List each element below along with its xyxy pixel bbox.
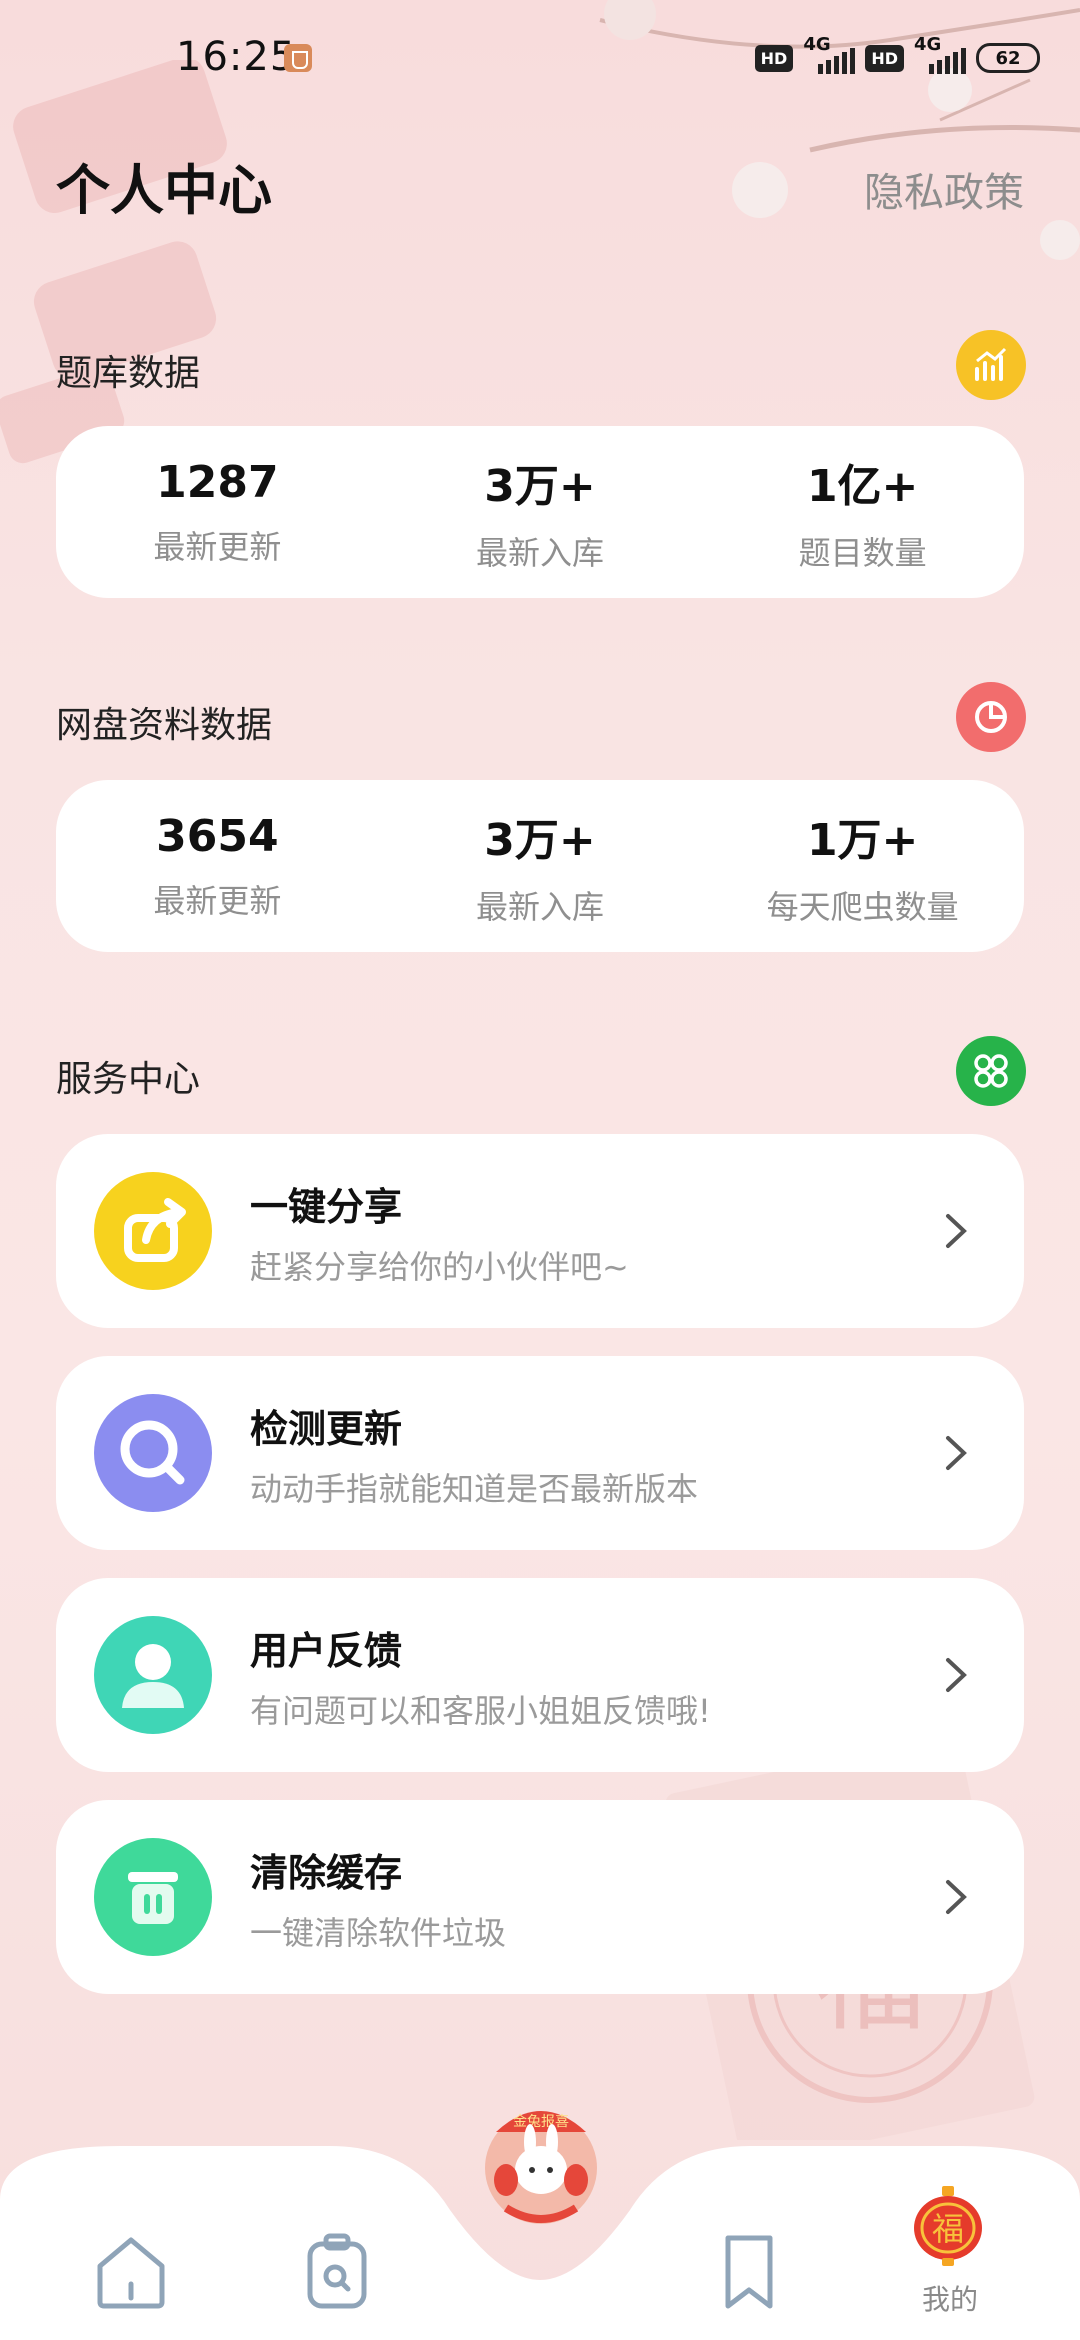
service-check-update[interactable]: 检测更新 动动手指就能知道是否最新版本 (56, 1356, 1024, 1550)
question-bank-stats: 1287 最新更新 3万+ 最新入库 1亿+ 题目数量 (56, 426, 1024, 598)
stat-value: 1287 (156, 456, 279, 508)
service-title: 清除缓存 (250, 1851, 403, 1895)
stat-label: 最新入库 (476, 888, 605, 926)
svg-text:福: 福 (932, 2210, 964, 2248)
stat-value: 3万+ (484, 815, 596, 866)
signal-icon: 4G (803, 34, 856, 78)
chevron-right-icon (946, 1880, 967, 1914)
chevron-right-icon (946, 1436, 967, 1470)
service-desc: 动动手指就能知道是否最新版本 (250, 1470, 699, 1508)
stat-label: 每天爬虫数量 (766, 888, 959, 926)
fu-lantern-icon[interactable]: 福 (906, 2184, 990, 2268)
stat-label: 题目数量 (798, 534, 927, 572)
chart-up-icon (956, 330, 1026, 400)
bottom-nav: 金兔报喜 福 我的 (0, 2111, 1080, 2340)
service-desc: 有问题可以和客服小姐姐反馈哦! (250, 1692, 711, 1730)
chevron-right-icon (946, 1214, 967, 1248)
trash-icon (94, 1838, 212, 1956)
stat-latest-stored: 3万+ 最新入库 (379, 426, 702, 598)
netdisk-title: 网盘资料数据 (56, 705, 273, 746)
mascot-icon[interactable]: 金兔报喜 (466, 2090, 616, 2240)
stat-value: 3654 (156, 810, 279, 862)
service-title: 检测更新 (250, 1407, 403, 1451)
grid-clover-icon (956, 1036, 1026, 1106)
status-time: 16:25 (176, 34, 297, 80)
hd-badge: HD (754, 44, 794, 72)
status-indicators: HD 4G HD 4G 62 (754, 34, 1040, 78)
share-icon (94, 1172, 212, 1290)
clipboard-search-icon[interactable] (292, 2226, 382, 2316)
stat-value: 1万+ (806, 815, 919, 866)
stat-label: 最新更新 (153, 881, 282, 920)
service-desc: 一键清除软件垃圾 (250, 1914, 507, 1952)
svg-text:金兔报喜: 金兔报喜 (513, 2114, 569, 2130)
nav-label-mine[interactable]: 我的 (922, 2278, 978, 2318)
lantern-decoration (0, 60, 227, 464)
stat-value: 1亿+ (806, 461, 919, 512)
service-clear-cache[interactable]: 清除缓存 一键清除软件垃圾 (56, 1800, 1024, 1994)
privacy-policy-link[interactable]: 隐私政策 (864, 160, 1024, 218)
stat-label: 最新更新 (153, 527, 282, 566)
stat-question-count: 1亿+ 题目数量 (701, 426, 1024, 598)
pie-chart-icon (956, 682, 1026, 752)
user-icon (94, 1616, 212, 1734)
stat-latest-update: 3654 最新更新 (56, 780, 379, 952)
status-bar: 16:25 HD 4G HD 4G 62 (0, 0, 1080, 120)
stat-latest-stored: 3万+ 最新入库 (379, 780, 702, 952)
shield-icon (284, 44, 312, 72)
service-share[interactable]: 一键分享 赶紧分享给你的小伙伴吧~ (56, 1134, 1024, 1328)
service-title: 用户反馈 (250, 1629, 403, 1673)
bookmark-icon[interactable] (704, 2226, 794, 2316)
page-title: 个人中心 (56, 159, 272, 222)
service-desc: 赶紧分享给你的小伙伴吧~ (250, 1248, 629, 1286)
signal-icon: 4G (914, 34, 966, 78)
hd-badge: HD (865, 44, 904, 72)
service-feedback[interactable]: 用户反馈 有问题可以和客服小姐姐反馈哦! (56, 1578, 1024, 1772)
stat-latest-update: 1287 最新更新 (56, 426, 379, 598)
chevron-right-icon (946, 1658, 967, 1692)
stat-crawler-daily: 1万+ 每天爬虫数量 (701, 780, 1024, 952)
battery-icon: 62 (976, 43, 1040, 73)
battery-level: 62 (995, 47, 1021, 69)
stat-value: 3万+ (484, 461, 596, 512)
netdisk-stats: 3654 最新更新 3万+ 最新入库 1万+ 每天爬虫数量 (56, 780, 1024, 952)
service-center-title: 服务中心 (56, 1059, 201, 1100)
stat-label: 最新入库 (476, 534, 605, 572)
service-title: 一键分享 (250, 1185, 403, 1229)
home-icon[interactable] (86, 2226, 176, 2316)
question-bank-title: 题库数据 (56, 353, 201, 394)
search-icon (94, 1394, 212, 1512)
